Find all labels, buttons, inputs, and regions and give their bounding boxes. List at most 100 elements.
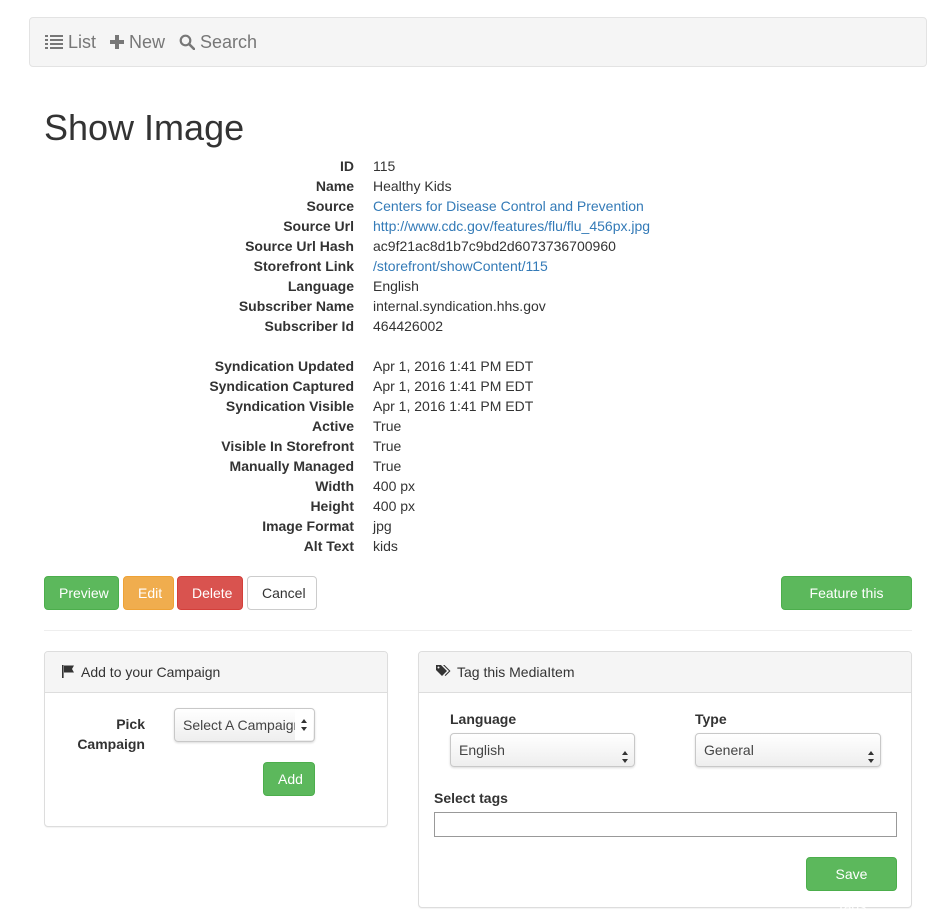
detail-label: Source	[306, 198, 354, 214]
detail-label: Language	[287, 278, 354, 294]
tag-type-select[interactable]: General	[695, 733, 881, 767]
select-arrows-icon	[621, 743, 629, 763]
tag-type-label: Type	[695, 711, 727, 727]
detail-label: Image Format	[262, 518, 354, 534]
add-campaign-button[interactable]: Add	[263, 762, 315, 796]
edit-button[interactable]: Edit	[123, 576, 174, 610]
campaign-panel-heading: Add to your Campaign	[45, 652, 387, 693]
detail-label: Alt Text	[303, 538, 354, 554]
detail-row-width: Width 400 px	[0, 476, 942, 496]
nav-search-label: Search	[200, 31, 258, 52]
detail-label: Source Url Hash	[245, 238, 354, 254]
detail-label: Syndication Visible	[225, 398, 354, 414]
delete-button[interactable]: Delete	[177, 576, 243, 610]
detail-label: Source Url	[283, 218, 354, 234]
campaign-select-value: Select A Campaign	[183, 717, 302, 733]
tag-panel-heading: Tag this MediaItem	[419, 652, 911, 693]
pick-campaign-label-line2: Campaign	[77, 736, 145, 752]
detail-row-subscriber-id: Subscriber Id 464426002	[0, 316, 942, 336]
detail-row-visible-in-storefront: Visible In Storefront True	[0, 436, 942, 456]
detail-row-source: Source Centers for Disease Control and P…	[0, 196, 942, 216]
preview-button[interactable]: Preview	[44, 576, 119, 610]
detail-value: jpg	[373, 518, 392, 534]
detail-label: Visible In Storefront	[221, 438, 354, 454]
detail-label: Storefront Link	[253, 258, 354, 274]
nav-list-label: List	[68, 31, 97, 52]
source-link[interactable]: Centers for Disease Control and Preventi…	[373, 196, 644, 216]
detail-row-syndication-updated: Syndication Updated Apr 1, 2016 1:41 PM …	[0, 356, 942, 376]
detail-row-id: ID 115	[0, 156, 942, 176]
tag-language-select[interactable]: English	[450, 733, 635, 767]
detail-label: Name	[315, 178, 354, 194]
details-list: ID 115 Name Healthy Kids Source Centers …	[0, 156, 942, 556]
detail-row-name: Name Healthy Kids	[0, 176, 942, 196]
source-url-link[interactable]: http://www.cdc.gov/features/flu/flu_456p…	[373, 216, 650, 236]
detail-label: Active	[311, 418, 354, 434]
detail-value: kids	[373, 538, 398, 554]
nav-list-link[interactable]: List	[45, 32, 96, 53]
select-tags-input[interactable]	[434, 812, 897, 837]
nav-search-link[interactable]: Search	[179, 32, 257, 53]
detail-value: Apr 1, 2016 1:41 PM EDT	[373, 358, 534, 374]
detail-value: True	[373, 458, 402, 474]
tag-panel-title: Tag this MediaItem	[457, 664, 575, 680]
detail-row-syndication-captured: Syndication Captured Apr 1, 2016 1:41 PM…	[0, 376, 942, 396]
top-navbar: List New Search	[29, 17, 927, 67]
detail-spacer	[0, 336, 942, 356]
detail-value: Healthy Kids	[373, 178, 452, 194]
detail-value: True	[373, 418, 402, 434]
detail-row-manually-managed: Manually Managed True	[0, 456, 942, 476]
tag-language-label: Language	[450, 711, 517, 727]
detail-label: ID	[340, 158, 354, 174]
detail-row-active: Active True	[0, 416, 942, 436]
detail-value: English	[373, 278, 419, 294]
feature-item-button[interactable]: Feature this Item	[781, 576, 912, 633]
cancel-button[interactable]: Cancel	[247, 576, 317, 610]
flag-icon	[61, 664, 81, 681]
select-arrows-icon	[295, 710, 313, 740]
detail-row-height: Height 400 px	[0, 496, 942, 516]
detail-row-syndication-visible: Syndication Visible Apr 1, 2016 1:41 PM …	[0, 396, 942, 416]
select-arrows-icon	[867, 743, 875, 763]
detail-row-source-url-hash: Source Url Hash ac9f21ac8d1b7c9bd2d60737…	[0, 236, 942, 256]
campaign-panel-title: Add to your Campaign	[81, 664, 221, 680]
detail-label: Height	[310, 498, 354, 514]
tag-panel: Tag this MediaItem Language English Type…	[418, 651, 912, 914]
detail-label: Width	[315, 478, 354, 494]
search-icon	[179, 34, 196, 50]
save-tags-button[interactable]: Save Tags	[806, 857, 897, 914]
detail-row-source-url: Source Url http://www.cdc.gov/features/f…	[0, 216, 942, 236]
nav-new-label: New	[129, 31, 166, 52]
page-title: Show Image	[44, 107, 245, 148]
detail-value: Apr 1, 2016 1:41 PM EDT	[373, 378, 534, 394]
select-tags-label: Select tags	[434, 790, 508, 806]
detail-row-subscriber-name: Subscriber Name internal.syndication.hhs…	[0, 296, 942, 316]
detail-label: Subscriber Name	[238, 298, 354, 314]
tag-language-value: English	[459, 742, 505, 758]
tag-type-value: General	[704, 742, 754, 758]
storefront-link[interactable]: /storefront/showContent/115	[373, 256, 548, 276]
section-divider	[44, 630, 912, 631]
detail-row-language: Language English	[0, 276, 942, 296]
plus-icon	[110, 35, 125, 49]
detail-value: 115	[373, 158, 396, 174]
detail-value: ac9f21ac8d1b7c9bd2d6073736700960	[373, 238, 616, 254]
campaign-select[interactable]: Select A Campaign	[174, 708, 315, 742]
nav-new-link[interactable]: New	[110, 32, 165, 53]
detail-label: Subscriber Id	[264, 318, 354, 334]
detail-label: Syndication Updated	[214, 358, 354, 374]
detail-value: True	[373, 438, 402, 454]
detail-label: Manually Managed	[229, 458, 354, 474]
detail-value: 400 px	[373, 478, 416, 494]
campaign-panel: Add to your Campaign Pick Campaign Selec…	[44, 651, 388, 827]
detail-value: 400 px	[373, 498, 416, 514]
detail-value: internal.syndication.hhs.gov	[373, 298, 546, 314]
pick-campaign-label-line1: Pick	[116, 716, 145, 732]
detail-row-alt-text: Alt Text kids	[0, 536, 942, 556]
detail-value: 464426002	[373, 318, 444, 334]
tags-icon	[435, 664, 457, 681]
detail-label: Syndication Captured	[209, 378, 354, 394]
detail-row-image-format: Image Format jpg	[0, 516, 942, 536]
detail-row-storefront-link: Storefront Link /storefront/showContent/…	[0, 256, 942, 276]
list-icon	[45, 34, 63, 50]
